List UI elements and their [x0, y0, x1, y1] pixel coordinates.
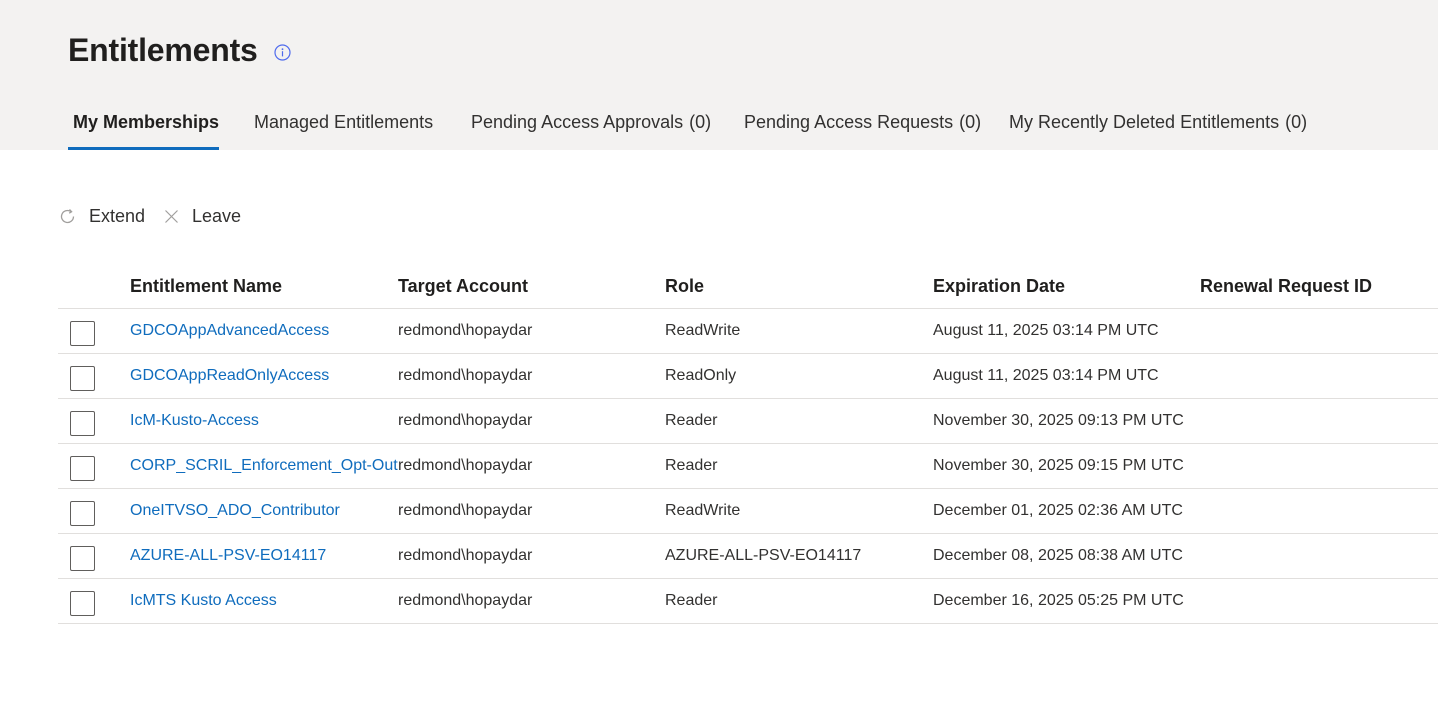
expiration-date-cell: December 01, 2025 02:36 AM UTC: [933, 502, 1183, 519]
row-checkbox[interactable]: [70, 501, 95, 526]
tab-label: Managed Entitlements: [254, 112, 434, 132]
table-header: Entitlement Name Target Account Role Exp…: [58, 264, 1438, 309]
target-account-cell: redmond\hopaydar: [398, 457, 533, 474]
column-header-entitlement-name[interactable]: Entitlement Name: [130, 276, 282, 297]
tab-managed-entitlements[interactable]: Managed Entitlements: [254, 112, 433, 150]
tab-count: (0): [959, 112, 982, 132]
entitlement-name-link[interactable]: GDCOAppReadOnlyAccess: [130, 367, 329, 385]
target-account-cell: redmond\hopaydar: [398, 502, 533, 519]
tab-label: My Recently Deleted Entitlements: [1009, 112, 1280, 132]
expiration-date-cell: December 08, 2025 08:38 AM UTC: [933, 547, 1183, 564]
entitlement-name-link[interactable]: IcMTS Kusto Access: [130, 592, 277, 610]
table-row: AZURE-ALL-PSV-EO14117 redmond\hopaydar A…: [58, 534, 1438, 579]
extend-label: Extend: [89, 205, 146, 226]
column-header-role[interactable]: Role: [665, 276, 704, 297]
entitlement-name-link[interactable]: OneITVSO_ADO_Contributor: [130, 502, 340, 520]
entitlements-table: Entitlement Name Target Account Role Exp…: [58, 264, 1438, 624]
role-cell: Reader: [665, 412, 718, 429]
entitlement-name-link[interactable]: GDCOAppAdvancedAccess: [130, 322, 329, 340]
row-checkbox[interactable]: [70, 411, 95, 436]
role-cell: Reader: [665, 457, 718, 474]
extend-button[interactable]: Extend: [58, 203, 145, 229]
table-row: IcMTS Kusto Access redmond\hopaydar Read…: [58, 579, 1438, 624]
tab-label: Pending Access Requests: [744, 112, 954, 132]
role-cell: ReadOnly: [665, 367, 737, 384]
target-account-cell: redmond\hopaydar: [398, 367, 533, 384]
tab-pending-access-approvals[interactable]: Pending Access Approvals (0): [471, 112, 711, 150]
row-checkbox[interactable]: [70, 591, 95, 616]
tab-pending-access-requests[interactable]: Pending Access Requests (0): [744, 112, 981, 150]
refresh-icon: [60, 208, 75, 223]
table-row: GDCOAppReadOnlyAccess redmond\hopaydar R…: [58, 354, 1438, 399]
target-account-cell: redmond\hopaydar: [398, 322, 533, 339]
target-account-cell: redmond\hopaydar: [398, 592, 533, 609]
page-title: Entitlements: [68, 32, 258, 68]
row-checkbox[interactable]: [70, 366, 95, 391]
entitlement-name-link[interactable]: CORP_SCRIL_Enforcement_Opt-Out: [130, 457, 398, 475]
expiration-date-cell: November 30, 2025 09:13 PM UTC: [933, 412, 1184, 429]
close-icon: [165, 209, 178, 223]
expiration-date-cell: August 11, 2025 03:14 PM UTC: [933, 367, 1159, 384]
role-cell: AZURE-ALL-PSV-EO14117: [665, 547, 862, 564]
tab-recently-deleted[interactable]: My Recently Deleted Entitlements (0): [1009, 112, 1307, 150]
target-account-cell: redmond\hopaydar: [398, 547, 533, 564]
leave-label: Leave: [192, 205, 242, 226]
role-cell: ReadWrite: [665, 502, 741, 519]
row-checkbox[interactable]: [70, 456, 95, 481]
column-header-expiration-date[interactable]: Expiration Date: [933, 276, 1065, 297]
tab-my-memberships[interactable]: My Memberships: [68, 112, 220, 150]
row-checkbox[interactable]: [70, 546, 95, 571]
table-row: GDCOAppAdvancedAccess redmond\hopaydar R…: [58, 309, 1438, 354]
role-cell: Reader: [665, 592, 718, 609]
tab-label: My Memberships: [73, 112, 220, 132]
leave-button[interactable]: Leave: [163, 203, 241, 229]
entitlement-name-link[interactable]: IcM-Kusto-Access: [130, 412, 259, 430]
column-header-renewal-request-id[interactable]: Renewal Request ID: [1200, 276, 1372, 297]
tab-count: (0): [689, 112, 712, 132]
expiration-date-cell: December 16, 2025 05:25 PM UTC: [933, 592, 1184, 609]
expiration-date-cell: November 30, 2025 09:15 PM UTC: [933, 457, 1184, 474]
info-icon[interactable]: [274, 44, 291, 61]
entitlement-name-link[interactable]: AZURE-ALL-PSV-EO14117: [130, 547, 326, 565]
table-row: CORP_SCRIL_Enforcement_Opt-Out redmond\h…: [58, 444, 1438, 489]
table-row: IcM-Kusto-Access redmond\hopaydar Reader…: [58, 399, 1438, 444]
expiration-date-cell: August 11, 2025 03:14 PM UTC: [933, 322, 1159, 339]
row-checkbox[interactable]: [70, 321, 95, 346]
tab-label: Pending Access Approvals: [471, 112, 684, 132]
tab-count: (0): [1285, 112, 1308, 132]
page-header: Entitlements My Memberships Managed Enti…: [0, 0, 1438, 150]
role-cell: ReadWrite: [665, 322, 741, 339]
table-row: OneITVSO_ADO_Contributor redmond\hopayda…: [58, 489, 1438, 534]
column-header-target-account[interactable]: Target Account: [398, 276, 528, 297]
target-account-cell: redmond\hopaydar: [398, 412, 533, 429]
